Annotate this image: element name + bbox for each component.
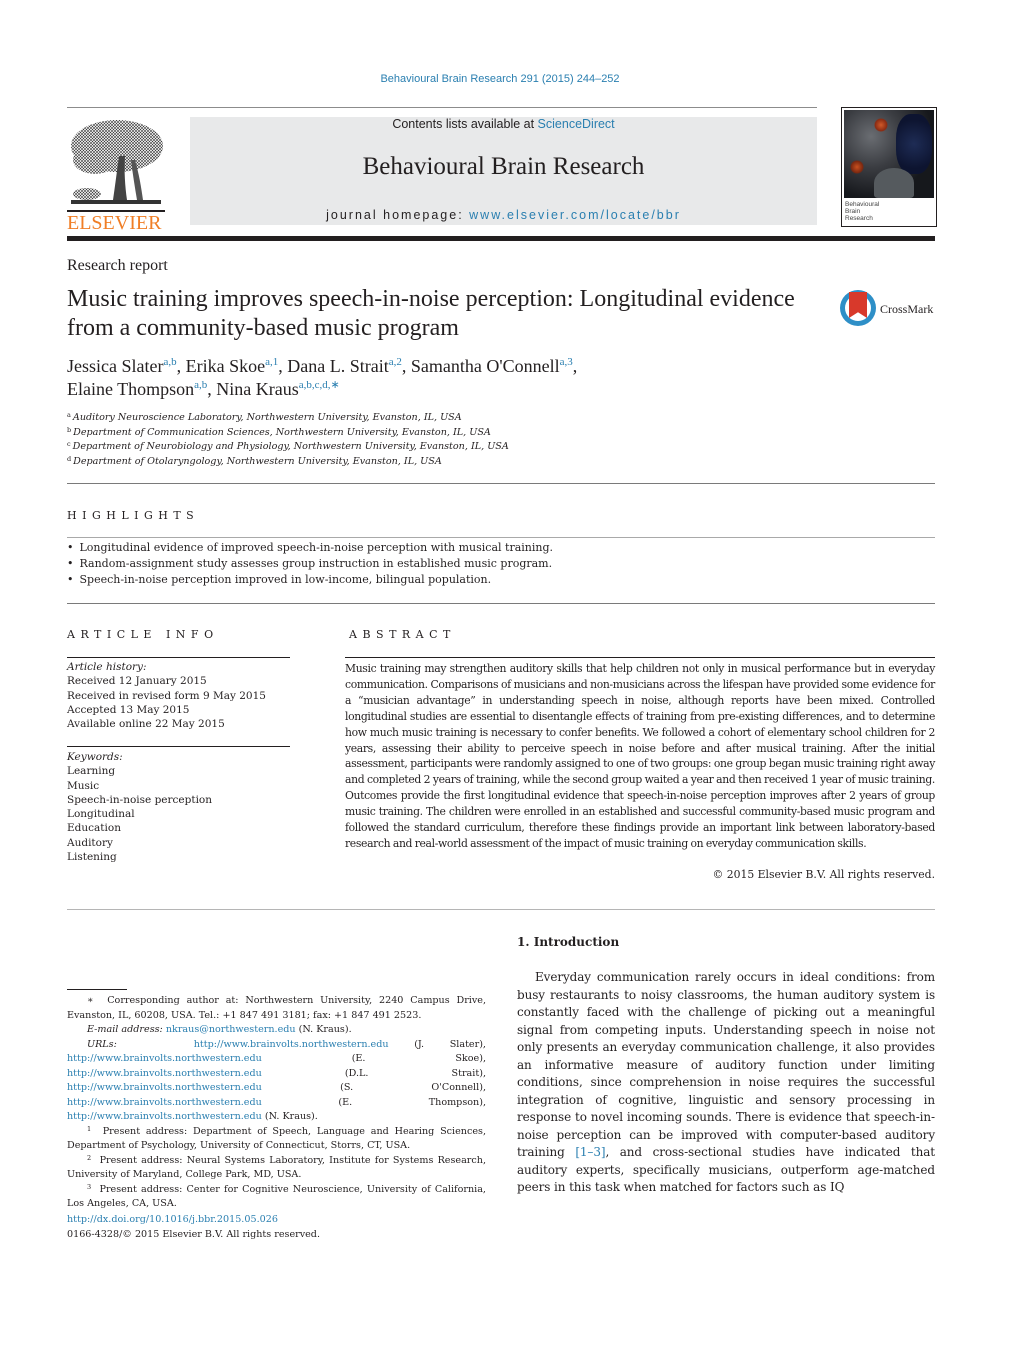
reference-link[interactable]: [1–3] [575,1145,605,1159]
homepage-link[interactable]: www.elsevier.com/locate/bbr [469,208,681,222]
affiliation-list: a Auditory Neuroscience Laboratory, North… [67,411,509,469]
contents-prefix: Contents lists available at [392,117,538,131]
elsevier-logo[interactable]: ELSEVIER [67,116,167,233]
divider [67,746,290,747]
homepage-prefix: journal homepage: [326,208,470,222]
affiliation: d Department of Otolaryngology, Northwest… [67,454,442,467]
header-divider [67,107,817,108]
url-link[interactable]: http://www.brainvolts.northwestern.edu [67,1097,262,1108]
affiliation: a Auditory Neuroscience Laboratory, North… [67,411,462,423]
homepage-line: journal homepage: www.elsevier.com/locat… [190,208,817,222]
author-affiliation-link[interactable]: a,1 [265,356,278,368]
present-address-note: 2 Present address: Neural Systems Labora… [67,1153,486,1180]
keyword: Auditory [67,836,113,849]
crossmark-label: CrossMark [880,302,934,316]
email-note: E-mail address: nkraus@northwestern.edu … [87,1024,352,1035]
history-item: Available online 22 May 2015 [67,718,225,731]
doi-link[interactable]: http://dx.doi.org/10.1016/j.bbr.2015.05.… [67,1214,278,1225]
keyword: Longitudinal [67,808,135,821]
abstract-heading: ABSTRACT [349,628,456,641]
footnote-rule [67,989,127,990]
journal-banner: Contents lists available at ScienceDirec… [190,117,817,225]
crossmark-button[interactable]: CrossMark [840,290,940,330]
introduction-text: Everyday communication rarely occurs in … [517,970,935,1194]
doi-block: http://dx.doi.org/10.1016/j.bbr.2015.05.… [67,1213,320,1242]
email-link[interactable]: nkraus@northwestern.edu [166,1024,296,1035]
url-link[interactable]: http://www.brainvolts.northwestern.edu [67,1082,262,1093]
abstract-text: Music training may strengthen auditory s… [345,662,935,850]
author[interactable]: Jessica Slatera,b [67,356,177,376]
highlight-item: Speech-in-noise perception improved in l… [67,572,553,588]
author[interactable]: Dana L. Straita,2 [287,356,402,376]
author[interactable]: Samantha O'Connella,3 [411,356,573,376]
footnotes: ∗ Corresponding author at: Northwestern … [67,994,486,1212]
present-address-note: 1 Present address: Department of Speech,… [67,1124,486,1151]
elsevier-tree-icon [71,120,163,204]
author[interactable]: Elaine Thompsona,b [67,379,207,399]
author-affiliation-link[interactable]: a,b [194,379,207,391]
divider [67,483,935,484]
author-affiliation-link[interactable]: a,3 [560,356,573,368]
cover-label: Behavioural Brain Research [845,201,880,222]
highlight-item: Random-assignment study assesses group i… [67,556,553,572]
urls-note: URLs: http://www.brainvolts.northwestern… [67,1038,486,1123]
keyword: Learning [67,765,116,778]
keyword: Music [67,779,100,792]
divider [67,603,935,604]
abstract-copyright: © 2015 Elsevier B.V. All rights reserved… [712,868,935,881]
divider [345,657,935,658]
article-title: Music training improves speech-in-noise … [67,286,795,341]
author-affiliation-link[interactable]: a,b [163,356,176,368]
cover-artwork [844,110,934,198]
divider [67,537,935,538]
url-link[interactable]: http://www.brainvolts.northwestern.edu [67,1111,262,1122]
corresponding-author-note: ∗ Corresponding author at: Northwestern … [67,995,486,1021]
article-info-heading: ARTICLE INFO [67,628,219,641]
author-affiliation-link[interactable]: a,2 [389,356,402,368]
highlights-heading: HIGHLIGHTS [67,509,200,522]
present-address-note: 3 Present address: Center for Cognitive … [67,1182,486,1209]
history-item: Received 12 January 2015 [67,675,207,688]
url-link[interactable]: http://www.brainvolts.northwestern.edu [67,1053,262,1064]
author[interactable]: Nina Krausa,b,c,d,∗ [216,379,339,399]
header-thick-rule [67,236,935,241]
highlights-list: Longitudinal evidence of improved speech… [67,540,554,588]
keywords-label: Keywords: [67,751,123,763]
article-history: Article history: Received 12 January 201… [67,660,266,731]
sciencedirect-link[interactable]: ScienceDirect [538,117,615,131]
journal-title: Behavioural Brain Research [362,153,645,180]
url-link[interactable]: http://www.brainvolts.northwestern.edu [67,1068,262,1079]
affiliation: c Department of Neurobiology and Physiolo… [67,440,509,452]
url-link[interactable]: http://www.brainvolts.northwestern.edu [194,1039,389,1050]
elsevier-wordmark: ELSEVIER [67,212,162,234]
journal-citation[interactable]: Behavioural Brain Research 291 (2015) 24… [0,73,1000,85]
keyword: Listening [67,851,117,864]
journal-cover-image[interactable]: Behavioural Brain Research [841,107,937,227]
history-item: Received in revised form 9 May 2015 [67,689,266,702]
author-list: Jessica Slatera,b, Erika Skoea,1, Dana L… [67,356,578,399]
contents-line: Contents lists available at ScienceDirec… [190,117,817,131]
article-type: Research report [67,257,168,274]
introduction-heading: 1. Introduction [517,935,620,949]
crossmark-icon [840,290,876,326]
highlight-item: Longitudinal evidence of improved speech… [67,540,554,556]
author[interactable]: Erika Skoea,1 [186,356,279,376]
author-affiliation-link[interactable]: a,b,c,d,∗ [299,379,340,391]
keyword: Education [67,822,121,835]
history-item: Accepted 13 May 2015 [67,703,190,716]
keyword: Speech-in-noise perception [67,793,213,806]
divider [67,657,290,658]
keywords: Keywords: Learning Music Speech-in-noise… [67,750,212,864]
divider [67,909,935,910]
affiliation: b Department of Communication Sciences, N… [67,425,491,438]
citation-link[interactable]: Behavioural Brain Research 291 (2015) 24… [380,73,619,85]
history-label: Article history: [67,661,147,673]
issn-copyright: 0166-4328/© 2015 Elsevier B.V. All right… [67,1228,320,1240]
